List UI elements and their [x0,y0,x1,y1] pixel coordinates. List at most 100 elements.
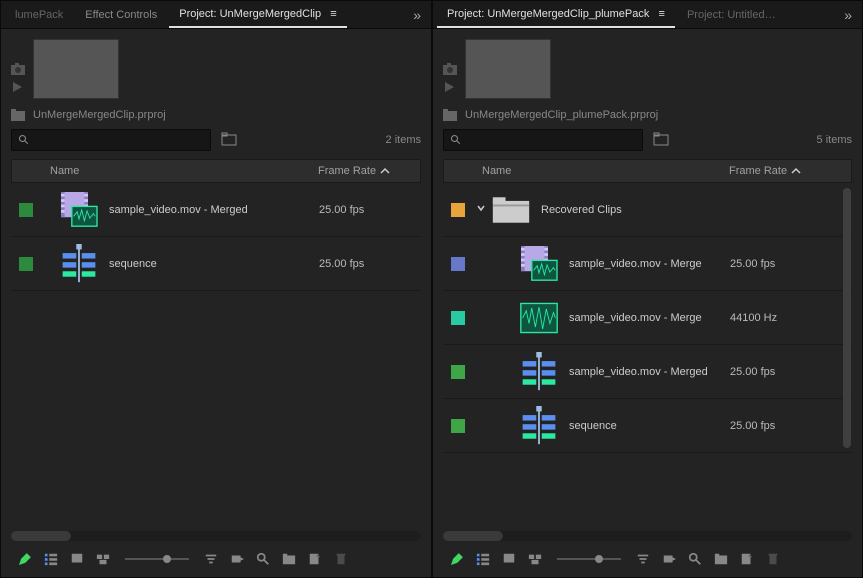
freeform-view-icon[interactable] [95,551,111,567]
zoom-slider[interactable] [125,558,189,560]
tab-menu-icon[interactable]: ≡ [659,8,665,20]
tab-overflow-icon[interactable]: » [838,7,858,23]
item-name[interactable]: Recovered Clips [541,204,722,216]
label-chip[interactable] [451,257,465,271]
pen-icon[interactable] [449,551,465,567]
list-body: sample_video.mov - Merged 25.00 fps sequ… [11,183,421,525]
new-item-icon[interactable] [307,551,323,567]
item-framerate: 25.00 fps [722,366,832,378]
camera-icon[interactable] [443,63,457,75]
column-framerate[interactable]: Frame Rate [721,165,831,177]
item-name[interactable]: sample_video.mov - Merged [109,204,311,216]
label-chip[interactable] [19,203,33,217]
item-name[interactable]: sample_video.mov - Merge [569,258,722,270]
find-icon[interactable] [687,551,703,567]
new-bin-icon[interactable] [713,551,729,567]
horizontal-scrollbar[interactable] [11,531,421,541]
horizontal-scrollbar[interactable] [443,531,852,541]
pen-icon[interactable] [17,551,33,567]
freeform-view-icon[interactable] [527,551,543,567]
item-framerate: 25.00 fps [311,258,421,270]
column-framerate[interactable]: Frame Rate [310,165,420,177]
item-name[interactable]: sequence [569,420,722,432]
item-name[interactable]: sample_video.mov - Merge [569,312,722,324]
automate-icon[interactable] [661,551,677,567]
table-row[interactable]: Recovered Clips [443,183,852,237]
icon-view-icon[interactable] [501,551,517,567]
tab-label: Project: UnMergeMergedClip [179,8,321,20]
search-input[interactable] [443,129,643,151]
list-view-icon[interactable] [43,551,59,567]
item-thumbnail-icon [57,190,101,230]
panel-toolbar [443,545,852,573]
item-framerate: 25.00 fps [722,420,832,432]
item-count: 2 items [386,134,421,146]
project-panel-right: Project: UnMergeMergedClip_plumePack ≡ P… [432,0,863,578]
filter-bin-icon[interactable] [217,132,241,149]
tab-lumepack[interactable]: lumePack [5,3,73,27]
preview-thumbnail [33,39,119,99]
label-chip[interactable] [19,257,33,271]
label-chip[interactable] [451,311,465,325]
sort-caret-icon [380,167,390,175]
label-chip[interactable] [451,419,465,433]
tab-project-active[interactable]: Project: UnMergeMergedClip_plumePack ≡ [437,2,675,28]
label-chip[interactable] [451,365,465,379]
item-name[interactable]: sample_video.mov - Merged [569,366,722,378]
column-name[interactable]: Name [42,165,310,177]
tab-project-other[interactable]: Project: Untitled_plumeP [677,3,787,27]
item-framerate: 25.00 fps [311,204,421,216]
project-filename: UnMergeMergedClip.prproj [33,109,166,121]
list-header: Name Frame Rate [443,159,852,183]
project-panel-left: lumePack Effect Controls Project: UnMerg… [0,0,432,578]
item-framerate: 25.00 fps [722,258,832,270]
play-icon[interactable] [443,81,455,93]
list-header: Name Frame Rate [11,159,421,183]
sort-icon[interactable] [203,551,219,567]
item-thumbnail-icon [517,298,561,338]
item-thumbnail-icon [517,244,561,284]
tab-effect-controls[interactable]: Effect Controls [75,3,167,27]
sort-caret-icon [791,167,801,175]
automate-icon[interactable] [229,551,245,567]
tab-overflow-icon[interactable]: » [407,7,427,23]
zoom-slider[interactable] [557,558,621,560]
disclosure-icon[interactable] [473,203,489,216]
tab-bar: lumePack Effect Controls Project: UnMerg… [1,1,431,29]
new-bin-icon[interactable] [281,551,297,567]
list-body: Recovered Clips sample_video.mov - Merge… [443,183,852,525]
bin-small-icon [11,109,25,121]
new-item-icon[interactable] [739,551,755,567]
tab-bar: Project: UnMergeMergedClip_plumePack ≡ P… [433,1,862,29]
table-row[interactable]: sequence 25.00 fps [11,237,421,291]
project-filename: UnMergeMergedClip_plumePack.prproj [465,109,658,121]
tab-label: Project: UnMergeMergedClip_plumePack [447,8,649,20]
item-name[interactable]: sequence [109,258,311,270]
icon-view-icon[interactable] [69,551,85,567]
bin-small-icon [443,109,457,121]
filter-bin-icon[interactable] [649,132,673,149]
tab-project-active[interactable]: Project: UnMergeMergedClip ≡ [169,2,346,28]
play-icon[interactable] [11,81,23,93]
search-input[interactable] [11,129,211,151]
table-row[interactable]: sample_video.mov - Merged 25.00 fps [443,345,852,399]
label-chip[interactable] [451,203,465,217]
trash-icon[interactable] [765,551,781,567]
table-row[interactable]: sample_video.mov - Merge 25.00 fps [443,237,852,291]
search-icon [18,134,30,146]
table-row[interactable]: sequence 25.00 fps [443,399,852,453]
preview-thumbnail [465,39,551,99]
preview-thumb-area [443,39,852,99]
trash-icon[interactable] [333,551,349,567]
tab-menu-icon[interactable]: ≡ [330,8,336,20]
item-framerate: 44100 Hz [722,312,832,324]
table-row[interactable]: sample_video.mov - Merge 44100 Hz [443,291,852,345]
camera-icon[interactable] [11,63,25,75]
vertical-scrollbar[interactable] [842,183,852,525]
item-thumbnail-icon [489,190,533,230]
sort-icon[interactable] [635,551,651,567]
table-row[interactable]: sample_video.mov - Merged 25.00 fps [11,183,421,237]
column-name[interactable]: Name [474,165,721,177]
find-icon[interactable] [255,551,271,567]
list-view-icon[interactable] [475,551,491,567]
